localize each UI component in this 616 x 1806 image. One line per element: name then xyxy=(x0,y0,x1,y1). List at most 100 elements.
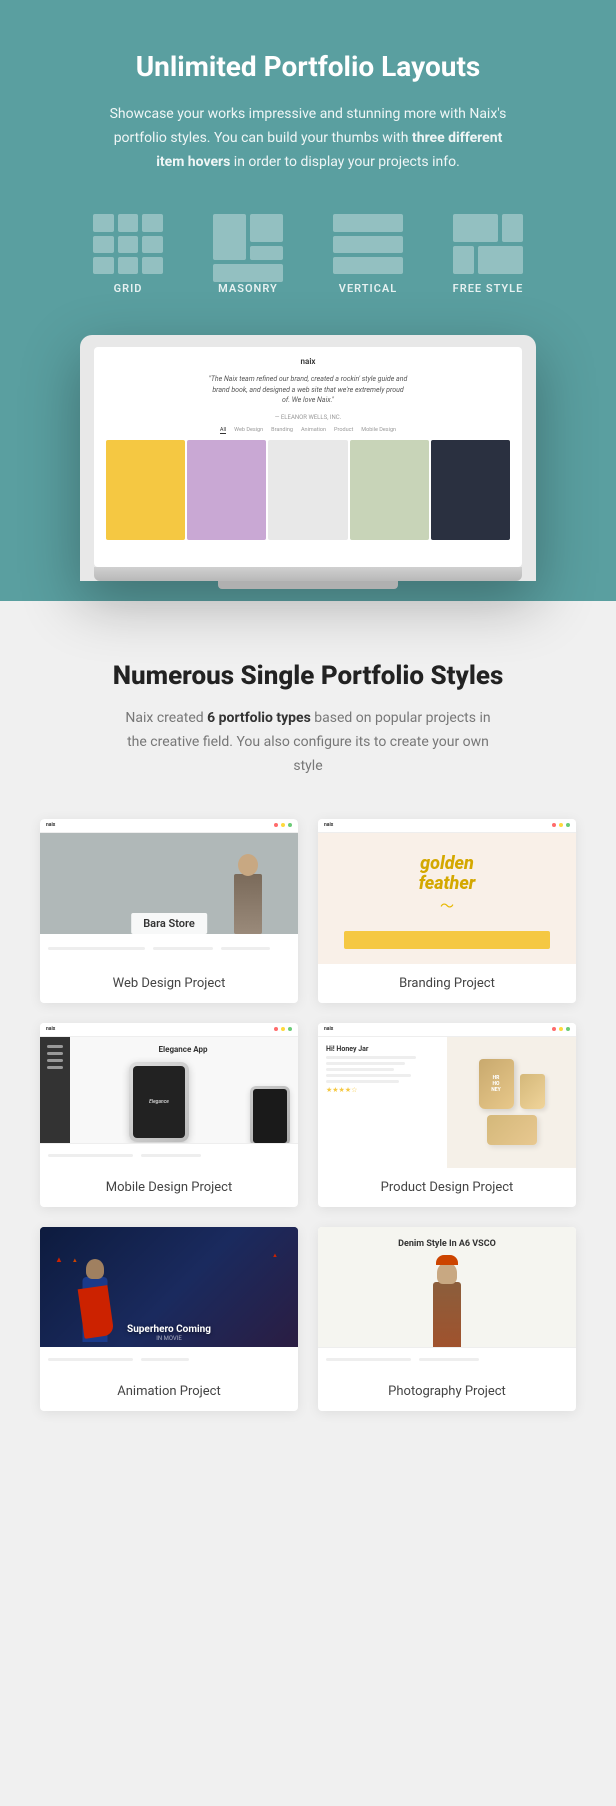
vertical-icon xyxy=(333,214,403,274)
denim-title: Denim Style In A6 VSCO xyxy=(318,1239,576,1249)
superhero-title: Superhero Coming xyxy=(127,1324,211,1335)
bottom-padding xyxy=(0,1431,616,1451)
meta-line xyxy=(153,947,214,950)
jar-label: HRHONEY xyxy=(491,1075,500,1093)
product-name: Hi! Honey Jar xyxy=(326,1045,439,1053)
denim-body xyxy=(433,1282,461,1347)
animation-meta xyxy=(40,1347,298,1372)
elegance-title: Elegance App xyxy=(76,1045,290,1054)
freestyle-label: FREE STYLE xyxy=(443,282,533,295)
product-stars: ★★★★☆ xyxy=(326,1086,439,1094)
screen-author: — ELEANOR WELLS, INC. xyxy=(106,414,510,421)
mobile-mockup-main: Elegance xyxy=(129,1062,189,1142)
hero-subtitle-text2: in order to display your projects info. xyxy=(230,154,459,170)
mobile-mockup-secondary xyxy=(250,1086,290,1146)
section-subtitle: Naix created 6 portfolio types based on … xyxy=(118,707,498,778)
layout-option-masonry[interactable]: MASONRY xyxy=(203,214,293,295)
nav-web[interactable]: Web Design xyxy=(234,427,263,434)
nav-animation[interactable]: Animation xyxy=(301,427,326,434)
bara-person-figure xyxy=(215,834,280,934)
portfolio-card-web[interactable]: naix Bara Store xyxy=(40,819,298,1003)
honey-jar-large: HRHONEY xyxy=(479,1059,514,1109)
layout-option-grid[interactable]: GRID xyxy=(83,214,173,295)
grid-icon xyxy=(93,214,163,274)
card-label-photography: Photography Project xyxy=(318,1372,576,1411)
screen-nav: All Web Design Branding Animation Produc… xyxy=(106,427,510,434)
product-desc-line5 xyxy=(326,1080,399,1083)
laptop-screen: naix "The Naix team refined our brand, c… xyxy=(94,347,522,567)
golden-text-line1: golden xyxy=(419,854,476,874)
layout-options: GRID MASONRY VERTICAL xyxy=(60,214,556,295)
portfolio-grid: naix Bara Store xyxy=(40,819,576,1411)
vertical-cell xyxy=(333,236,403,253)
golden-feather-bar xyxy=(344,931,550,949)
meta-line xyxy=(141,1358,189,1361)
section-subtitle-text1: Naix created xyxy=(125,710,207,726)
card-thumb-photography: naix Denim Style In A6 VSCO xyxy=(318,1227,576,1372)
nav-product[interactable]: Product xyxy=(334,427,353,434)
mobile-inner: Elegance App Elegance xyxy=(40,1023,298,1168)
superhero-subtitle: IN MOVIE xyxy=(127,1335,211,1342)
sidebar-dot xyxy=(47,1052,63,1055)
portfolio-thumb-4 xyxy=(350,440,429,540)
laptop-wrapper: naix "The Naix team refined our brand, c… xyxy=(80,335,536,601)
golden-text-line2: feather xyxy=(419,874,476,894)
dot-yellow xyxy=(559,823,563,827)
screen-portfolio xyxy=(106,440,510,540)
layout-option-freestyle[interactable]: FREE STYLE xyxy=(443,214,533,295)
freestyle-cell xyxy=(478,246,523,274)
nav-mobile[interactable]: Mobile Design xyxy=(361,427,396,434)
layout-option-vertical[interactable]: VERTICAL xyxy=(323,214,413,295)
meta-line xyxy=(48,1154,133,1157)
laptop-body: naix "The Naix team refined our brand, c… xyxy=(80,335,536,581)
hero-section: Unlimited Portfolio Layouts Showcase you… xyxy=(0,0,616,601)
portfolio-thumb-1 xyxy=(106,440,185,540)
mockup-screen: Elegance xyxy=(133,1066,185,1138)
card-thumb-animation: naix ▲ ▲ ▲ xyxy=(40,1227,298,1372)
vertical-label: VERTICAL xyxy=(323,282,413,295)
hero-head xyxy=(86,1259,104,1279)
meta-line xyxy=(141,1154,202,1157)
sidebar-dot xyxy=(47,1066,63,1069)
denim-hair xyxy=(436,1255,458,1265)
product-desc-line4 xyxy=(326,1074,411,1077)
vertical-cell xyxy=(333,257,403,274)
laptop-screen-content: naix "The Naix team refined our brand, c… xyxy=(94,347,522,550)
grid-cell xyxy=(142,257,163,274)
grid-cell xyxy=(93,236,114,253)
card-thumb-web: naix Bara Store xyxy=(40,819,298,964)
meta-line xyxy=(48,1358,133,1361)
card-thumb-product: naix Hi! Honey Jar ★★ xyxy=(318,1023,576,1168)
portfolio-card-photography[interactable]: naix Denim Style In A6 VSCO xyxy=(318,1227,576,1411)
portfolio-card-animation[interactable]: naix ▲ ▲ ▲ xyxy=(40,1227,298,1411)
web-card-inner: Bara Store xyxy=(40,819,298,964)
card-label-mobile: Mobile Design Project xyxy=(40,1168,298,1207)
nav-branding[interactable]: Branding xyxy=(271,427,293,434)
product-right: HRHONEY xyxy=(447,1037,576,1168)
person-head xyxy=(238,854,258,876)
nav-all[interactable]: All xyxy=(220,427,226,434)
mobile-mockups: Elegance xyxy=(76,1058,290,1146)
person-body xyxy=(234,874,262,934)
masonry-cell xyxy=(250,246,283,260)
meta-line xyxy=(221,947,269,950)
golden-swoosh: 〜 xyxy=(419,896,476,916)
sidebar-dot xyxy=(47,1045,63,1048)
honey-jar-small xyxy=(520,1074,545,1109)
portfolio-card-mobile[interactable]: naix Elegance App xyxy=(40,1023,298,1207)
portfolio-card-branding[interactable]: naix golden feather 〜 Branding Project xyxy=(318,819,576,1003)
grid-cell xyxy=(93,214,114,231)
animation-particles-right: ▲ xyxy=(272,1242,278,1261)
screen-logo: naix xyxy=(106,357,510,366)
product-desc-line1 xyxy=(326,1056,416,1059)
grid-cell xyxy=(142,236,163,253)
section-subtitle-bold: 6 portfolio types xyxy=(207,710,311,726)
honey-container xyxy=(487,1115,537,1145)
portfolio-card-product[interactable]: naix Hi! Honey Jar ★★ xyxy=(318,1023,576,1207)
denim-person-figure xyxy=(417,1252,477,1347)
particle-3: ▲ xyxy=(272,1252,278,1259)
portfolio-thumb-2 xyxy=(187,440,266,540)
grid-cell xyxy=(118,236,139,253)
freestyle-icon xyxy=(453,214,523,274)
grid-cell xyxy=(118,257,139,274)
